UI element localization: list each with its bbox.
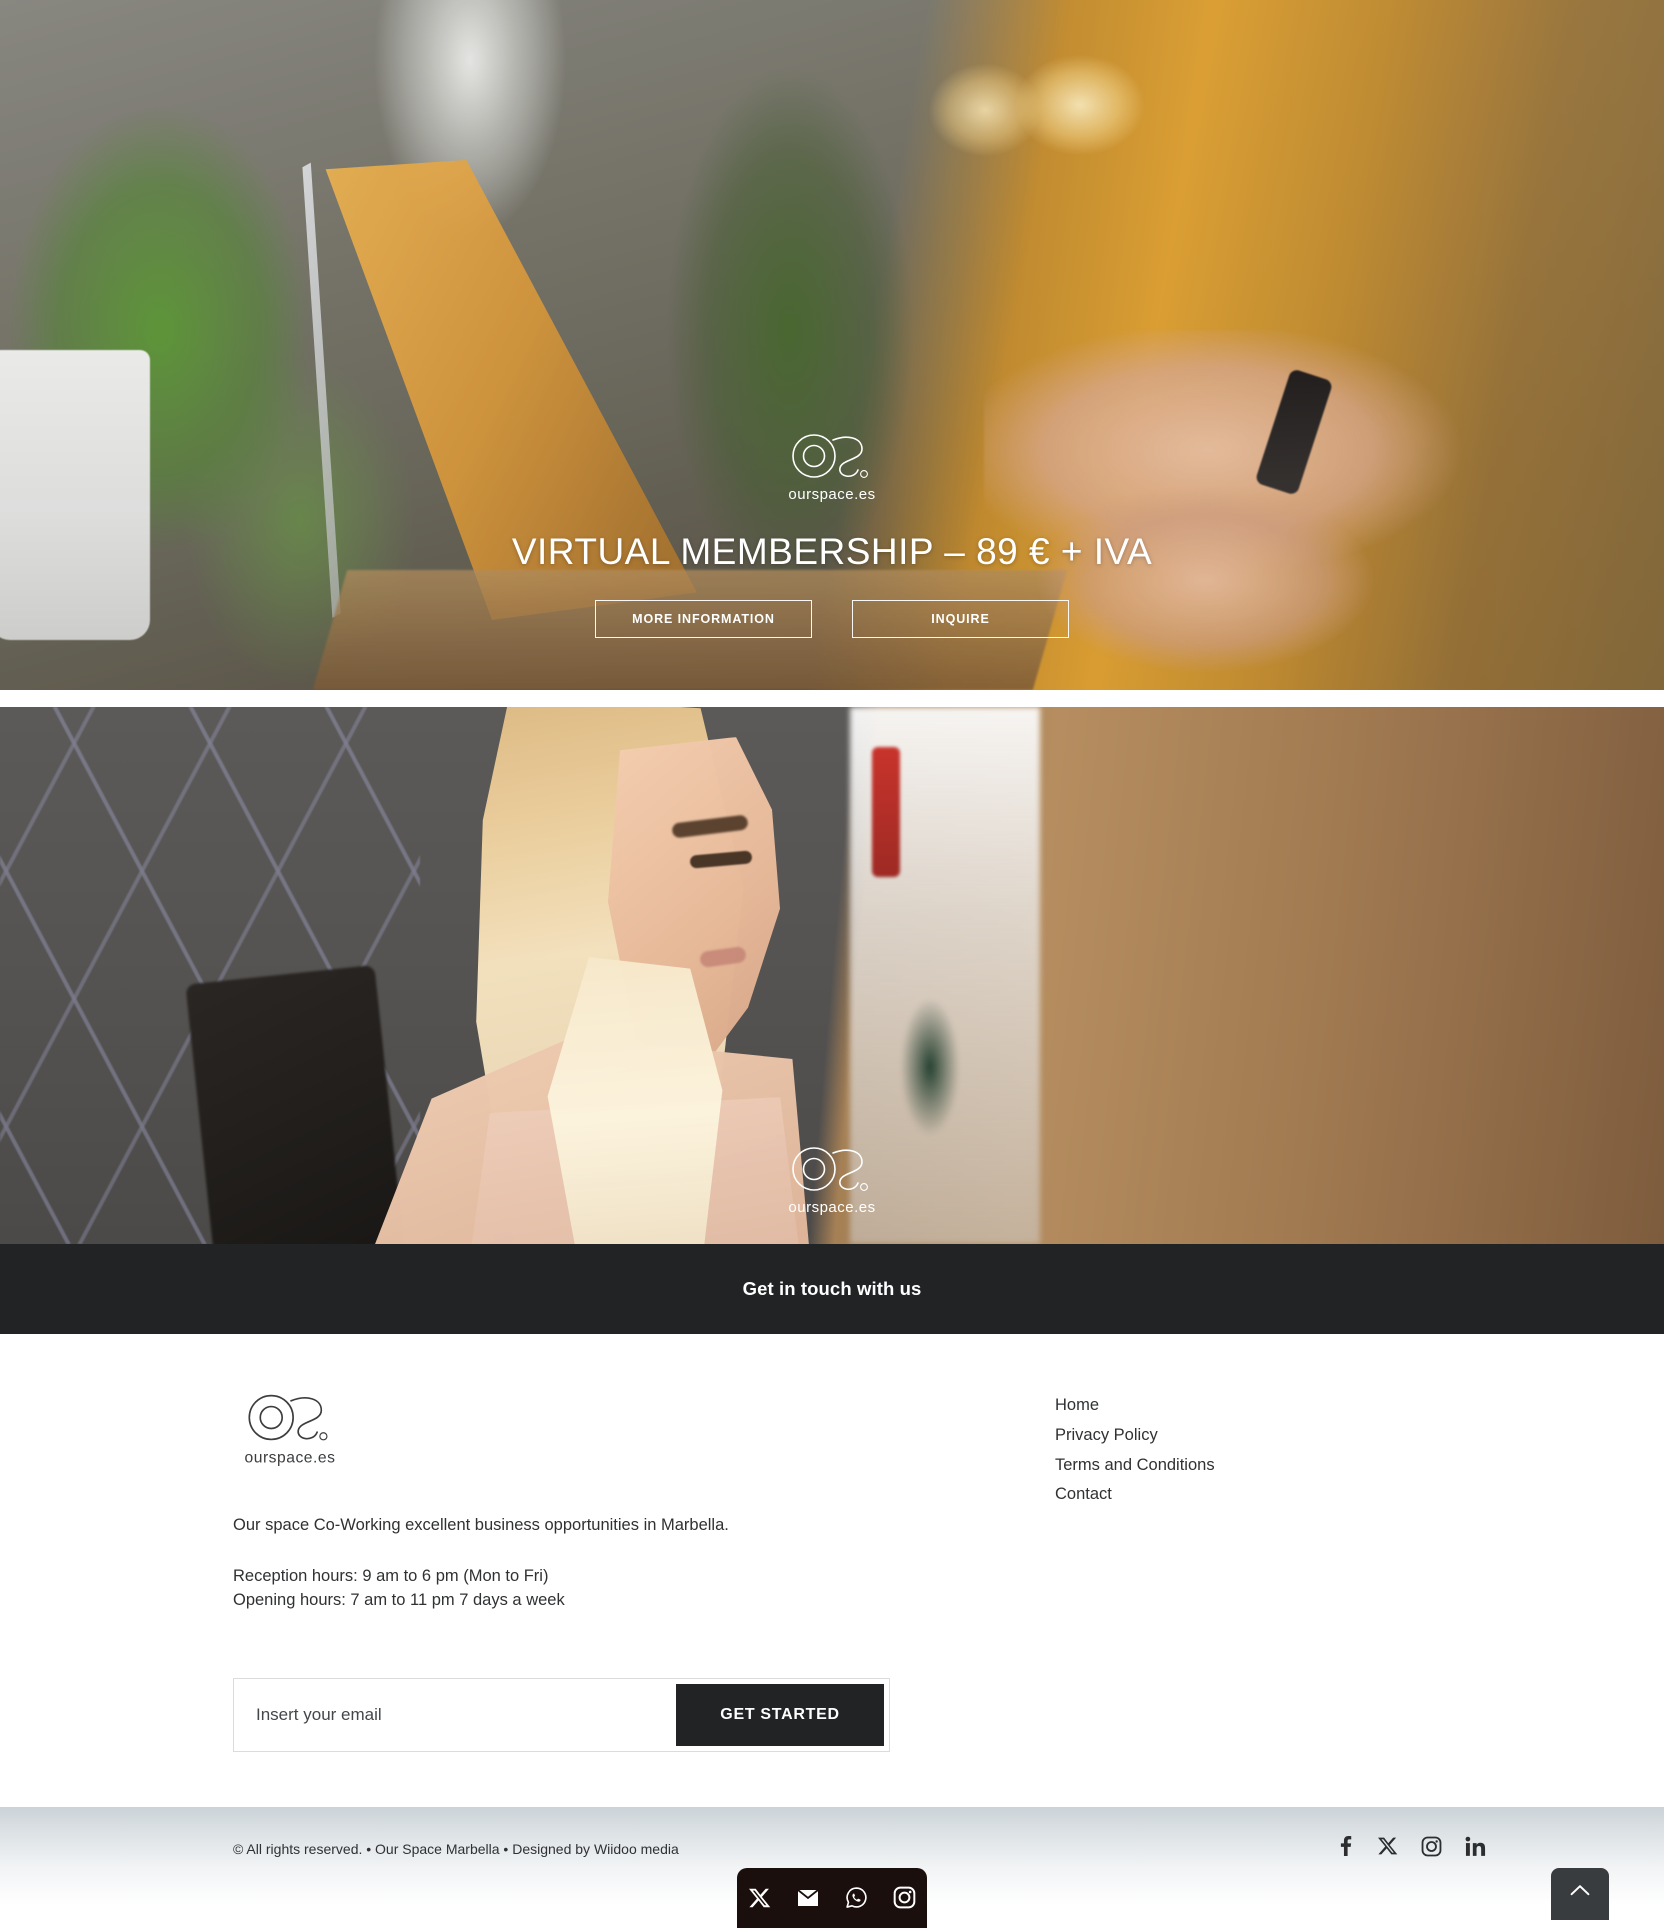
linkedin-icon[interactable] xyxy=(1465,1836,1486,1862)
footer-inner: ourspace.es Our space Co-Working excelle… xyxy=(0,1334,1664,1752)
svg-text:ourspace.es: ourspace.es xyxy=(788,1199,875,1216)
footer-ourspace-logo-icon: ourspace.es xyxy=(242,1390,338,1468)
plant-shape xyxy=(895,977,965,1157)
footer-link-terms-and-conditions[interactable]: Terms and Conditions xyxy=(1055,1454,1215,1476)
get-in-touch-label: Get in touch with us xyxy=(742,1278,922,1299)
hero-content: ourspace.es VIRTUAL MEMBERSHIP – 89 € + … xyxy=(0,430,1664,638)
share-dock xyxy=(737,1868,927,1928)
copyright-text: © All rights reserved. • Our Space Marbe… xyxy=(233,1841,679,1857)
opening-hours: Opening hours: 7 am to 11 pm 7 days a we… xyxy=(233,1590,565,1609)
scroll-to-top-button[interactable] xyxy=(1551,1868,1609,1920)
hero-button-row: MORE INFORMATION INQUIRE xyxy=(0,600,1664,638)
footer-link-home[interactable]: Home xyxy=(1055,1394,1215,1416)
footer-link-contact[interactable]: Contact xyxy=(1055,1483,1215,1505)
footer-link-privacy-policy[interactable]: Privacy Policy xyxy=(1055,1424,1215,1446)
hero-section-virtual-membership: ourspace.es VIRTUAL MEMBERSHIP – 89 € + … xyxy=(0,0,1664,690)
facebook-icon[interactable] xyxy=(1335,1835,1355,1862)
reception-hours: Reception hours: 9 am to 6 pm (Mon to Fr… xyxy=(233,1566,549,1585)
footer-description-block: Our space Co-Working excellent business … xyxy=(233,1514,729,1613)
chevron-up-icon xyxy=(1570,1883,1590,1901)
watermark: ourspace.es xyxy=(0,1143,1664,1222)
get-in-touch-band: Get in touch with us xyxy=(0,1244,1664,1334)
page-title: VIRTUAL MEMBERSHIP – 89 € + IVA xyxy=(511,531,1153,572)
inquire-button[interactable]: INQUIRE xyxy=(852,600,1069,638)
get-started-button[interactable]: GET STARTED xyxy=(676,1684,884,1746)
email-input[interactable] xyxy=(234,1679,676,1751)
secondary-hero-section: ourspace.es xyxy=(0,707,1664,1244)
footer-hours-block: Reception hours: 9 am to 6 pm (Mon to Fr… xyxy=(233,1565,729,1613)
section-divider xyxy=(0,690,1664,707)
fire-extinguisher-shape xyxy=(872,747,900,877)
instagram-icon[interactable] xyxy=(893,1886,916,1914)
ourspace-logo-icon: ourspace.es xyxy=(786,430,878,504)
x-twitter-icon[interactable] xyxy=(748,1887,771,1914)
footer-nav: Home Privacy Policy Terms and Conditions… xyxy=(1055,1394,1215,1506)
footer: ourspace.es Our space Co-Working excelle… xyxy=(0,1334,1664,1752)
social-links xyxy=(1335,1835,1486,1862)
email-icon[interactable] xyxy=(796,1887,820,1914)
footer-description: Our space Co-Working excellent business … xyxy=(233,1516,729,1534)
newsletter-signup-form: GET STARTED xyxy=(233,1678,890,1752)
whatsapp-icon[interactable] xyxy=(845,1886,868,1914)
svg-text:ourspace.es: ourspace.es xyxy=(788,486,875,503)
instagram-icon[interactable] xyxy=(1421,1836,1442,1862)
svg-text:ourspace.es: ourspace.es xyxy=(245,1449,336,1466)
x-twitter-icon[interactable] xyxy=(1378,1836,1398,1861)
more-information-button[interactable]: MORE INFORMATION xyxy=(595,600,812,638)
ourspace-watermark-icon: ourspace.es xyxy=(786,1143,878,1217)
